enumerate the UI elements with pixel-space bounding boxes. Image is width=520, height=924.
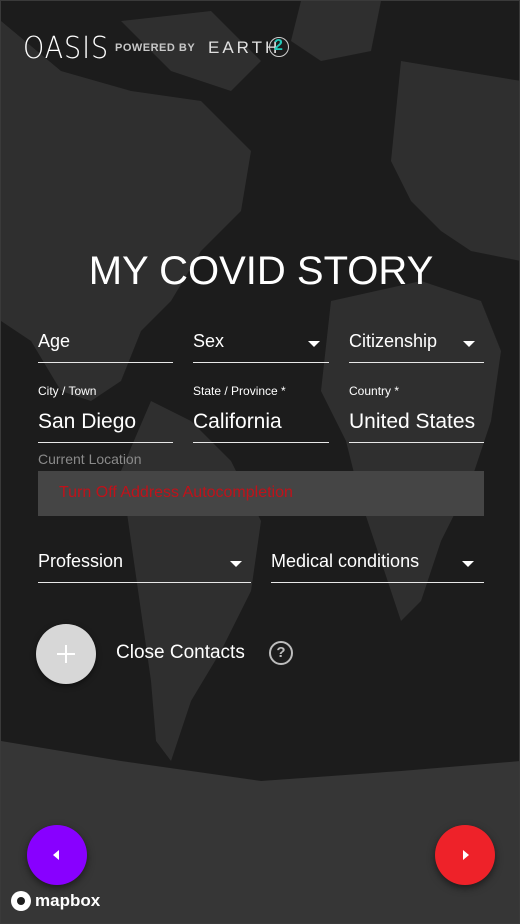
caret-down-icon (308, 341, 320, 347)
citizenship-select[interactable]: Citizenship (349, 326, 484, 363)
country-field[interactable]: Country * United States (349, 381, 484, 443)
profession-label: Profession (38, 551, 124, 571)
medical-conditions-label: Medical conditions (271, 551, 420, 571)
app-root: OASIS POWERED BY EARTH 2 MY COVID STORY … (0, 0, 520, 924)
partner-logo-suffix: 2 (274, 37, 283, 54)
sex-label: Sex (193, 331, 225, 351)
page-title: MY COVID STORY (88, 249, 434, 293)
mapbox-logo-icon[interactable] (11, 891, 31, 911)
state-field[interactable]: State / Province * California (193, 381, 329, 443)
powered-by-label: POWERED BY (115, 42, 196, 54)
citizenship-label: Citizenship (349, 331, 438, 351)
help-icon[interactable]: ? (269, 641, 293, 665)
city-label: City / Town (38, 384, 97, 398)
state-value: California (193, 410, 282, 433)
current-location-label: Current Location (38, 451, 142, 467)
next-button[interactable] (435, 825, 495, 885)
country-label: Country * (349, 384, 400, 398)
plus-icon (65, 645, 67, 663)
sex-select[interactable]: Sex (193, 326, 329, 363)
caret-down-icon (463, 341, 475, 347)
city-value: San Diego (38, 410, 137, 433)
age-input[interactable]: Age (38, 326, 173, 363)
turn-off-autocomplete-link[interactable]: Turn Off Address Autocompletion (59, 484, 293, 502)
chevron-right-icon (463, 850, 469, 860)
app-logo: OASIS (23, 31, 109, 66)
caret-down-icon (462, 561, 474, 567)
age-label: Age (38, 331, 71, 351)
country-value: United States (349, 410, 476, 433)
state-label: State / Province * (193, 384, 286, 398)
city-field[interactable]: City / Town San Diego (38, 381, 173, 443)
close-contacts-label: Close Contacts (116, 642, 245, 663)
back-button[interactable] (27, 825, 87, 885)
profession-select[interactable]: Profession (38, 546, 251, 583)
caret-down-icon (230, 561, 242, 567)
medical-conditions-select[interactable]: Medical conditions (271, 546, 484, 583)
chevron-left-icon (53, 850, 59, 860)
mapbox-attribution[interactable]: mapbox (35, 891, 100, 911)
